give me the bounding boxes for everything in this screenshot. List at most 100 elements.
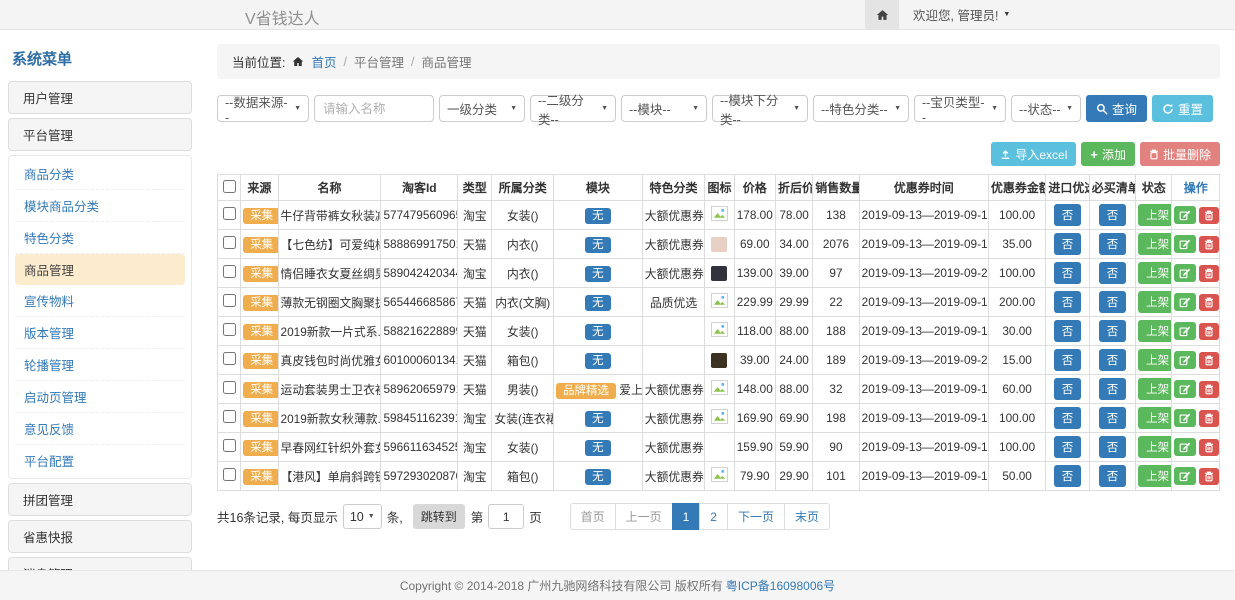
row-checkbox[interactable] (223, 381, 236, 394)
sidebar-item-0[interactable]: 用户管理 (8, 81, 192, 114)
pagination-button-下一页[interactable]: 下一页 (727, 503, 785, 530)
filter-select-5[interactable]: --模块下分类--▼ (712, 95, 808, 122)
pagination-button-1[interactable]: 1 (672, 503, 701, 530)
must-buy-toggle[interactable]: 否 (1099, 262, 1127, 284)
import-select-toggle[interactable]: 否 (1054, 233, 1082, 255)
sidebar-item-4[interactable]: 特色分类 (15, 222, 185, 254)
sidebar-item-10[interactable]: 意见反馈 (15, 413, 185, 445)
row-checkbox[interactable] (223, 468, 236, 481)
delete-button[interactable] (1199, 323, 1219, 340)
delete-button[interactable] (1199, 439, 1219, 456)
reset-button[interactable]: 重置 (1152, 95, 1213, 122)
delete-button[interactable] (1199, 352, 1219, 369)
status-button[interactable]: 上架 (1138, 204, 1172, 226)
must-buy-toggle[interactable]: 否 (1099, 407, 1127, 429)
edit-button[interactable] (1174, 438, 1196, 456)
import-select-toggle[interactable]: 否 (1054, 204, 1082, 226)
must-buy-toggle[interactable]: 否 (1099, 291, 1127, 313)
import-select-toggle[interactable]: 否 (1054, 378, 1082, 400)
status-button[interactable]: 上架 (1138, 262, 1172, 284)
delete-button[interactable] (1199, 236, 1219, 253)
sidebar-item-7[interactable]: 版本管理 (15, 317, 185, 349)
edit-button[interactable] (1174, 351, 1196, 369)
sidebar-item-13[interactable]: 省惠快报 (8, 520, 192, 553)
status-button[interactable]: 上架 (1138, 291, 1172, 313)
delete-button[interactable] (1199, 410, 1219, 427)
pagination-button-末页[interactable]: 末页 (784, 503, 830, 530)
row-checkbox[interactable] (223, 439, 236, 452)
status-button[interactable]: 上架 (1138, 233, 1172, 255)
import-select-toggle[interactable]: 否 (1054, 349, 1082, 371)
filter-select-6[interactable]: --特色分类--▼ (813, 95, 909, 122)
sidebar-item-2[interactable]: 商品分类 (15, 158, 185, 190)
filter-select-2[interactable]: 一级分类▼ (439, 95, 525, 122)
import-select-toggle[interactable]: 否 (1054, 436, 1082, 458)
name-search-input[interactable] (314, 95, 434, 122)
row-checkbox[interactable] (223, 236, 236, 249)
row-checkbox[interactable] (223, 294, 236, 307)
import-select-toggle[interactable]: 否 (1054, 262, 1082, 284)
filter-select-4[interactable]: --模块--▼ (621, 95, 707, 122)
edit-button[interactable] (1174, 293, 1196, 311)
status-button[interactable]: 上架 (1138, 465, 1172, 487)
select-all-checkbox[interactable] (223, 180, 236, 193)
must-buy-toggle[interactable]: 否 (1099, 349, 1127, 371)
icp-link[interactable]: 粤ICP备16098006号 (726, 577, 835, 594)
status-button[interactable]: 上架 (1138, 378, 1172, 400)
sidebar-item-3[interactable]: 模块商品分类 (15, 190, 185, 222)
status-button[interactable]: 上架 (1138, 407, 1172, 429)
status-button[interactable]: 上架 (1138, 349, 1172, 371)
status-button[interactable]: 上架 (1138, 436, 1172, 458)
sidebar-item-9[interactable]: 启动页管理 (15, 381, 185, 413)
row-checkbox[interactable] (223, 265, 236, 278)
home-button[interactable] (865, 0, 899, 29)
delete-button[interactable] (1199, 294, 1219, 311)
must-buy-toggle[interactable]: 否 (1099, 204, 1127, 226)
import-select-toggle[interactable]: 否 (1054, 465, 1082, 487)
must-buy-toggle[interactable]: 否 (1099, 436, 1127, 458)
user-menu[interactable]: 欢迎您, 管理员! ▼ (913, 5, 1010, 24)
pagination-button-上一页[interactable]: 上一页 (615, 503, 673, 530)
row-checkbox[interactable] (223, 410, 236, 423)
search-button[interactable]: 查询 (1086, 95, 1147, 122)
delete-button[interactable] (1199, 468, 1219, 485)
edit-button[interactable] (1174, 206, 1196, 224)
edit-button[interactable] (1174, 264, 1196, 282)
import-select-toggle[interactable]: 否 (1054, 291, 1082, 313)
sidebar-item-6[interactable]: 宣传物料 (15, 285, 185, 317)
filter-select-0[interactable]: --数据来源--▼ (217, 95, 309, 122)
add-button[interactable]: + 添加 (1081, 142, 1135, 166)
row-checkbox[interactable] (223, 207, 236, 220)
pagination-button-首页[interactable]: 首页 (570, 503, 616, 530)
per-page-select[interactable]: 10 ▼ (343, 504, 382, 529)
delete-button[interactable] (1199, 265, 1219, 282)
sidebar-item-12[interactable]: 拼团管理 (8, 483, 192, 516)
sidebar-item-8[interactable]: 轮播管理 (15, 349, 185, 381)
must-buy-toggle[interactable]: 否 (1099, 233, 1127, 255)
edit-button[interactable] (1174, 235, 1196, 253)
status-button[interactable]: 上架 (1138, 320, 1172, 342)
delete-button[interactable] (1199, 207, 1219, 224)
filter-select-7[interactable]: --宝贝类型--▼ (914, 95, 1006, 122)
row-checkbox[interactable] (223, 323, 236, 336)
must-buy-toggle[interactable]: 否 (1099, 378, 1127, 400)
filter-select-3[interactable]: --二级分类--▼ (530, 95, 616, 122)
row-checkbox[interactable] (223, 352, 236, 365)
must-buy-toggle[interactable]: 否 (1099, 465, 1127, 487)
edit-button[interactable] (1174, 380, 1196, 398)
pagination-button-2[interactable]: 2 (699, 503, 728, 530)
edit-button[interactable] (1174, 409, 1196, 427)
import-select-toggle[interactable]: 否 (1054, 407, 1082, 429)
filter-select-8[interactable]: --状态--▼ (1011, 95, 1081, 122)
batch-delete-button[interactable]: 批量删除 (1140, 142, 1220, 166)
delete-button[interactable] (1199, 381, 1219, 398)
jump-button[interactable]: 跳转到 (413, 504, 465, 529)
breadcrumb-home-link[interactable]: 首页 (311, 52, 336, 71)
edit-button[interactable] (1174, 322, 1196, 340)
import-excel-button[interactable]: 导入excel (991, 142, 1076, 166)
must-buy-toggle[interactable]: 否 (1099, 320, 1127, 342)
sidebar-item-14[interactable]: 消息管理 (8, 557, 192, 570)
sidebar-item-5[interactable]: 商品管理 (15, 254, 185, 285)
edit-button[interactable] (1174, 467, 1196, 485)
sidebar-item-11[interactable]: 平台配置 (15, 445, 185, 476)
